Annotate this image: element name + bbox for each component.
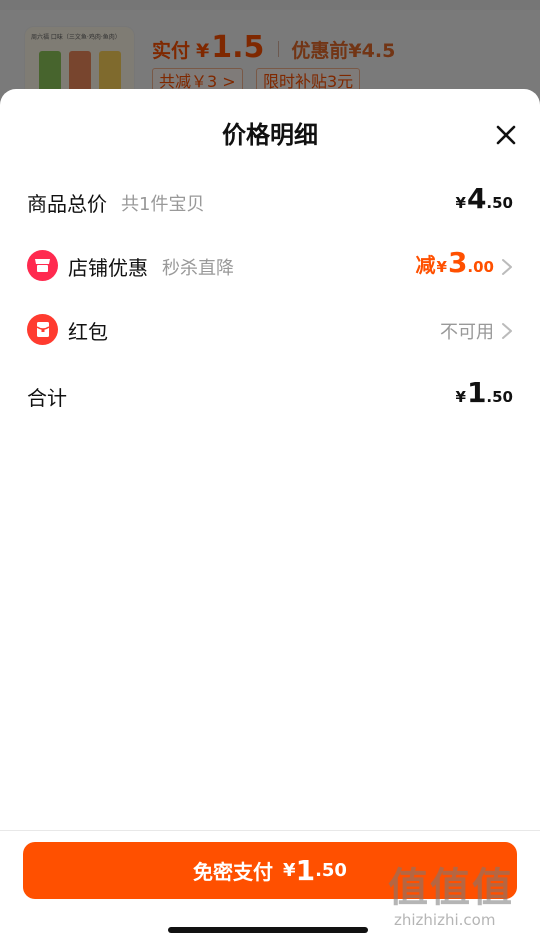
amount-decimal: .50 (486, 194, 513, 212)
pay-button-label: 免密支付 (193, 860, 274, 884)
chevron-right-icon (502, 323, 512, 339)
amount-integer: 1 (466, 376, 487, 409)
subtotal-label: 商品总价 (27, 192, 107, 216)
amount-decimal: .50 (486, 388, 513, 406)
chevron-right-icon (502, 259, 512, 275)
pay-amount-decimal: .50 (315, 860, 347, 881)
store-discount-amount: 减 ¥ 3 .00 (416, 246, 495, 279)
red-packet-icon (27, 314, 58, 345)
currency-symbol: ¥ (455, 194, 466, 212)
item-count: 共1件宝贝 (121, 194, 205, 215)
store-discount-row[interactable]: 店铺优惠 秒杀直降 减 ¥ 3 .00 (0, 246, 540, 286)
store-icon (27, 250, 58, 281)
bottom-divider (0, 830, 540, 831)
amount-integer: 3 (447, 246, 468, 279)
home-indicator (168, 927, 368, 933)
red-packet-status: 不可用 (440, 322, 494, 343)
close-icon (496, 125, 516, 145)
total-amount: ¥ 1 .50 (456, 376, 514, 409)
pay-amount-integer: 1 (295, 854, 316, 887)
store-discount-type: 秒杀直降 (162, 258, 234, 279)
page: 周六福 口味（三文鱼·鸡肉·鱼肉） 实付 ¥ 1.5 优惠前 ¥4.5 共减￥3… (0, 0, 540, 941)
currency-symbol: ¥ (455, 388, 466, 406)
store-discount-label: 店铺优惠 (68, 256, 148, 280)
amount-decimal: .00 (467, 258, 494, 276)
password-free-pay-button[interactable]: 免密支付 ¥ 1 .50 (23, 842, 517, 899)
total-label: 合计 (27, 386, 67, 410)
sheet-title: 价格明细 (222, 121, 318, 149)
amount-integer: 4 (466, 182, 487, 215)
price-detail-sheet: 价格明细 商品总价 共1件宝贝 ¥ 4 .50 店铺优惠 秒杀直降 减 ¥ 3 … (0, 89, 540, 941)
total-row: 合计 ¥ 1 .50 (0, 376, 540, 416)
red-packet-row[interactable]: 红包 不可用 (0, 310, 540, 350)
currency-symbol: ¥ (436, 258, 447, 276)
close-button[interactable] (488, 117, 524, 153)
discount-prefix: 减 (415, 253, 436, 277)
subtotal-row: 商品总价 共1件宝贝 ¥ 4 .50 (0, 182, 540, 222)
pay-currency: ¥ (283, 860, 296, 881)
subtotal-amount: ¥ 4 .50 (456, 182, 514, 215)
red-packet-label: 红包 (68, 320, 108, 344)
